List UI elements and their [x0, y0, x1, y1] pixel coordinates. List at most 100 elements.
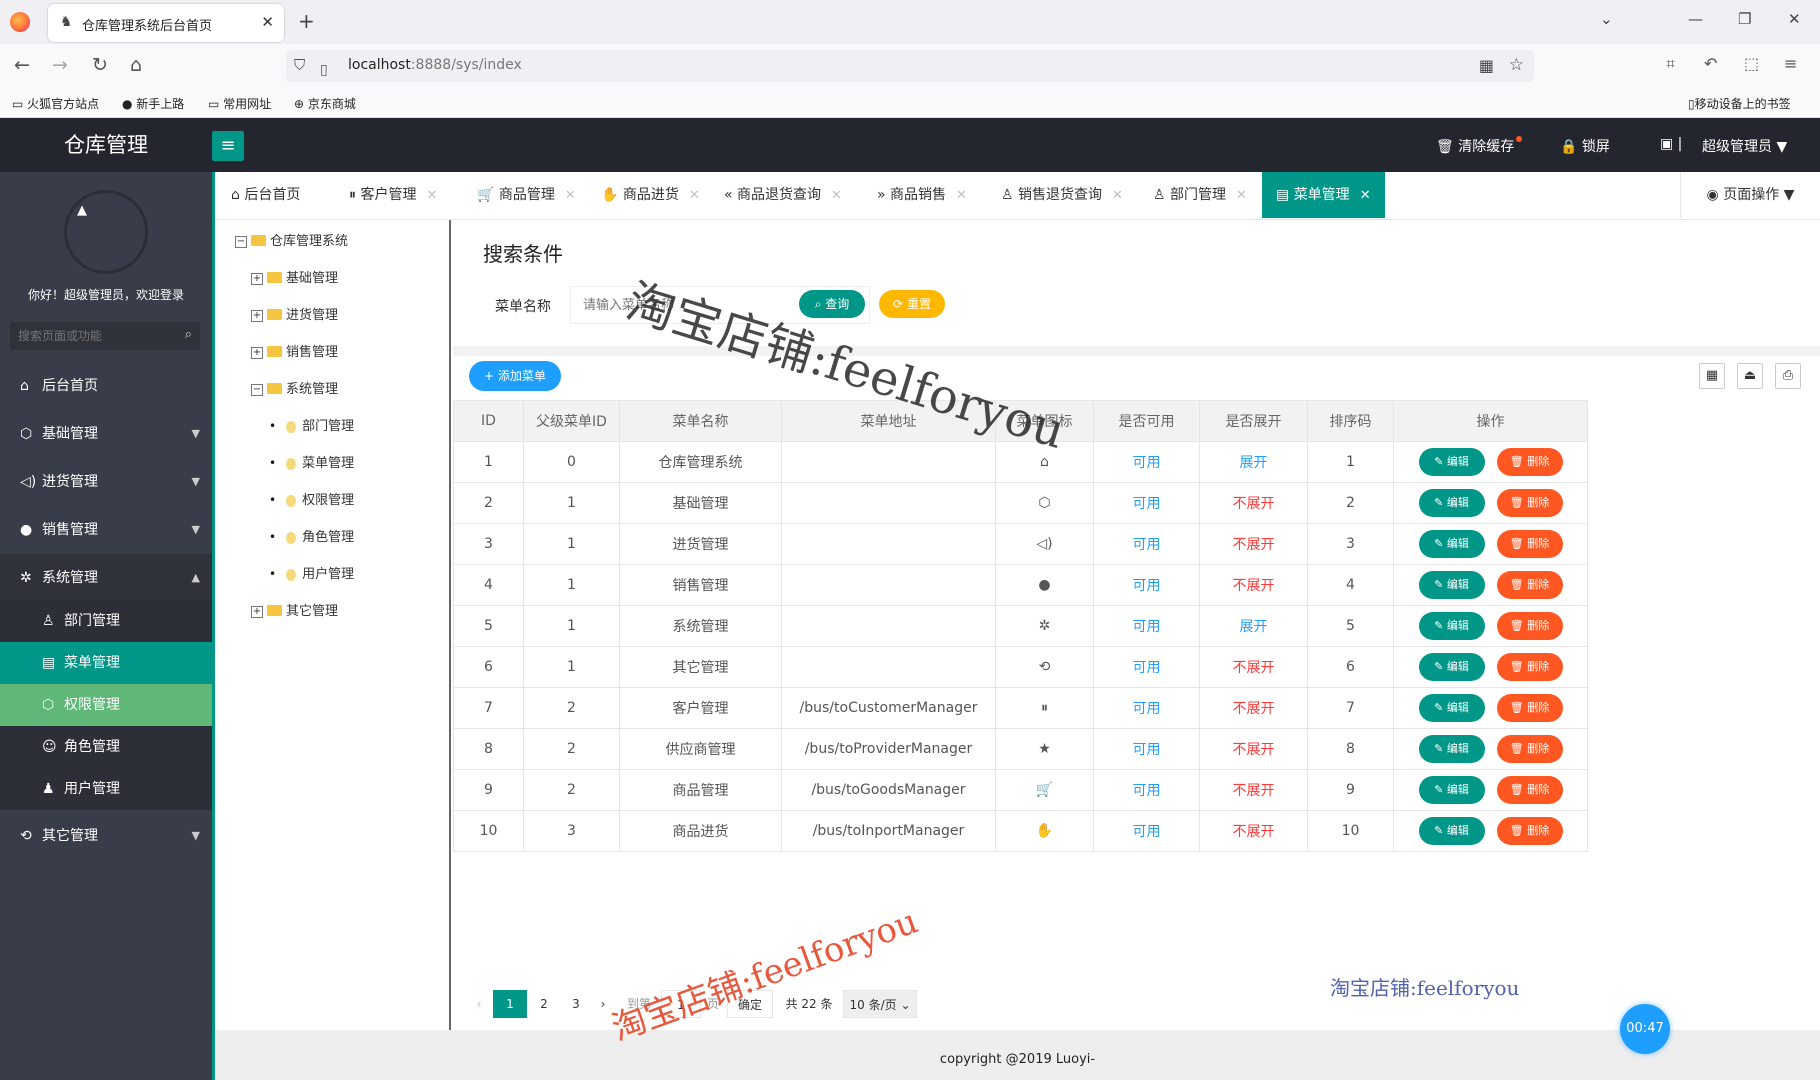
edit-button[interactable]: ✎ 编辑: [1418, 735, 1485, 763]
tab-sales[interactable]: » 商品销售 ✕: [863, 172, 981, 218]
screenshot-icon[interactable]: ⌗: [1666, 54, 1675, 74]
export-button[interactable]: ⏏: [1737, 363, 1763, 389]
sidebar-item-basic[interactable]: ⬡ 基础管理 ▼: [0, 410, 212, 458]
tab-home[interactable]: ⌂ 后台首页: [217, 172, 314, 218]
page-3[interactable]: 3: [563, 990, 589, 1018]
tab-menu[interactable]: ▤ 菜单管理 ✕: [1262, 172, 1385, 218]
edit-button[interactable]: ✎ 编辑: [1418, 776, 1485, 804]
close-icon[interactable]: ✕: [689, 188, 700, 203]
bookmark-item[interactable]: ● 新手上路: [122, 95, 184, 112]
col-available[interactable]: 是否可用: [1093, 400, 1200, 442]
url-bar[interactable]: ⛉ ▯ localhost:8888/sys/index ▦ ☆: [286, 50, 1534, 82]
edit-button[interactable]: ✎ 编辑: [1418, 571, 1485, 599]
col-id[interactable]: ID: [453, 400, 524, 442]
edit-button[interactable]: ✎ 编辑: [1418, 448, 1485, 476]
tab-list-chevron-icon[interactable]: ⌄: [1600, 10, 1613, 28]
table-row[interactable]: 1 0 仓库管理系统 ⌂ 可用 展开 1 ✎ 编辑 🗑 删除: [453, 441, 1588, 483]
tree-leaf-role[interactable]: • 角色管理: [269, 526, 354, 545]
mobile-bookmarks[interactable]: ▯移动设备上的书签: [1688, 95, 1791, 112]
tree-node-root[interactable]: − 仓库管理系统: [235, 230, 348, 249]
col-open[interactable]: 是否展开: [1199, 400, 1308, 442]
tab-sales-back[interactable]: ♙ 销售退货查询 ✕: [987, 172, 1137, 218]
tree-node-purchase[interactable]: + 进货管理: [251, 304, 338, 323]
app-menu-icon[interactable]: ≡: [1784, 54, 1797, 73]
menu-toggle-button[interactable]: ≡: [212, 131, 244, 161]
col-sort[interactable]: 排序码: [1307, 400, 1394, 442]
goto-confirm-button[interactable]: 确定: [727, 990, 773, 1018]
col-url[interactable]: 菜单地址: [781, 400, 996, 442]
sidebar-item-sales[interactable]: ● 销售管理 ▼: [0, 506, 212, 554]
delete-button[interactable]: 🗑 删除: [1496, 530, 1563, 558]
table-row[interactable]: 4 1 销售管理 ● 可用 不展开 4 ✎ 编辑 🗑 删除: [453, 564, 1588, 606]
table-row[interactable]: 3 1 进货管理 ◁) 可用 不展开 3 ✎ 编辑 🗑 删除: [453, 523, 1588, 565]
lock-screen-button[interactable]: 🔒 锁屏: [1560, 136, 1610, 156]
add-menu-button[interactable]: + 添加菜单: [469, 361, 561, 391]
tab-dept[interactable]: ♙ 部门管理 ✕: [1139, 172, 1261, 218]
close-icon[interactable]: ✕: [1112, 188, 1123, 203]
tree-node-system[interactable]: − 系统管理: [251, 378, 338, 397]
query-button[interactable]: ⌕ 查询: [799, 290, 865, 318]
sidebar-item-other[interactable]: ⟲ 其它管理 ▼: [0, 812, 212, 860]
shield-icon[interactable]: ⛉: [294, 56, 305, 74]
table-row[interactable]: 2 1 基础管理 ⬡ 可用 不展开 2 ✎ 编辑 🗑 删除: [453, 482, 1588, 524]
delete-button[interactable]: 🗑 删除: [1496, 735, 1563, 763]
sidebar-item-home[interactable]: ⌂ 后台首页: [0, 362, 212, 410]
tree-node-basic[interactable]: + 基础管理: [251, 267, 338, 286]
tab-inport[interactable]: ✋ 商品进货 ✕: [587, 172, 714, 218]
expand-icon[interactable]: +: [251, 272, 263, 285]
print-button[interactable]: ⎙: [1775, 363, 1801, 389]
col-pid[interactable]: 父级菜单ID: [523, 400, 620, 442]
table-row[interactable]: 8 2 供应商管理/bus/toProviderManager ★ 可用 不展开 8 ✎ 编辑…: [453, 728, 1588, 770]
browser-tab[interactable]: ♞ 仓库管理系统后台首页 ✕: [48, 4, 284, 42]
close-icon[interactable]: ✕: [1236, 188, 1247, 203]
edit-button[interactable]: ✎ 编辑: [1418, 817, 1485, 845]
tree-node-sales[interactable]: + 销售管理: [251, 341, 338, 360]
edit-button[interactable]: ✎ 编辑: [1418, 653, 1485, 681]
reset-button[interactable]: ⟳ 重置: [879, 290, 945, 318]
table-row[interactable]: 7 2 客户管理/bus/toCustomerManager ⏸ 可用 不展开 7 ✎ 编辑 🗑…: [453, 687, 1588, 729]
delete-button[interactable]: 🗑 删除: [1496, 694, 1563, 722]
forward-icon[interactable]: →: [52, 54, 68, 76]
table-row[interactable]: 6 1 其它管理 ⟲ 可用 不展开 6 ✎ 编辑 🗑 删除: [453, 646, 1588, 688]
search-icon[interactable]: ⌕: [185, 327, 192, 342]
restore-icon[interactable]: ❐: [1738, 10, 1751, 28]
edit-button[interactable]: ✎ 编辑: [1418, 694, 1485, 722]
bookmark-star-icon[interactable]: ☆: [1509, 55, 1524, 75]
columns-filter-button[interactable]: ▦: [1699, 363, 1725, 389]
page-1[interactable]: 1: [493, 990, 527, 1018]
edit-button[interactable]: ✎ 编辑: [1418, 612, 1485, 640]
close-tab-icon[interactable]: ✕: [261, 13, 274, 31]
tree-leaf-user[interactable]: • 用户管理: [269, 563, 354, 582]
col-icon[interactable]: 菜单图标: [995, 400, 1094, 442]
next-page-icon[interactable]: ›: [593, 990, 613, 1018]
page-ops-dropdown[interactable]: ◉ 页面操作 ▼: [1680, 172, 1820, 218]
delete-button[interactable]: 🗑 删除: [1496, 776, 1563, 804]
close-icon[interactable]: ✕: [956, 188, 967, 203]
sidebar-item-role[interactable]: ☺ 角色管理: [0, 726, 212, 768]
edit-button[interactable]: ✎ 编辑: [1418, 489, 1485, 517]
minimize-icon[interactable]: —: [1688, 10, 1703, 28]
extensions-icon[interactable]: ⬚: [1744, 54, 1759, 73]
goto-page-input[interactable]: 1: [661, 990, 701, 1018]
delete-button[interactable]: 🗑 删除: [1496, 817, 1563, 845]
back-icon[interactable]: ←: [14, 54, 30, 76]
sidebar-item-menu[interactable]: ▤ 菜单管理: [0, 642, 212, 684]
expand-icon[interactable]: +: [251, 605, 263, 618]
close-window-icon[interactable]: ✕: [1788, 10, 1801, 28]
collapse-icon[interactable]: −: [235, 235, 247, 248]
sidebar-item-dept[interactable]: ♙ 部门管理: [0, 600, 212, 642]
sidebar-item-user[interactable]: ♟ 用户管理: [0, 768, 212, 810]
delete-button[interactable]: 🗑 删除: [1496, 489, 1563, 517]
col-name[interactable]: 菜单名称: [619, 400, 782, 442]
clear-cache-button[interactable]: 🗑 清除缓存: [1436, 136, 1523, 156]
page-info-icon[interactable]: ▯: [320, 56, 328, 84]
bookmark-item[interactable]: ▭ 火狐官方站点: [12, 95, 99, 112]
timer-badge[interactable]: 00:47: [1620, 1004, 1670, 1054]
sidebar-item-perm[interactable]: ⬡ 权限管理: [0, 684, 212, 726]
expand-icon[interactable]: +: [251, 346, 263, 359]
close-icon[interactable]: ✕: [565, 188, 576, 203]
page-2[interactable]: 2: [531, 990, 557, 1018]
home-icon[interactable]: ⌂: [130, 54, 142, 76]
table-row[interactable]: 10 3 商品进货/bus/toInportManager ✋ 可用 不展开 10 ✎ 编辑 🗑…: [453, 810, 1588, 852]
tree-leaf-perm[interactable]: • 权限管理: [269, 489, 354, 508]
